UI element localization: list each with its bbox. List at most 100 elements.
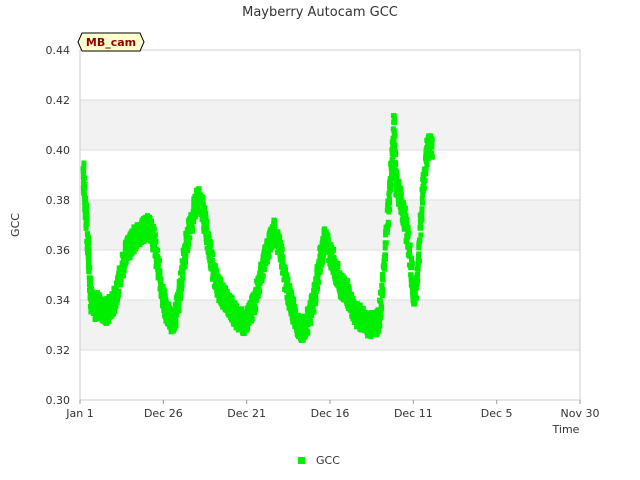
data-point: [315, 275, 321, 281]
data-point: [189, 224, 195, 230]
data-point: [114, 299, 120, 305]
data-point: [81, 160, 87, 166]
data-point: [157, 268, 163, 274]
data-point: [256, 288, 262, 294]
data-point: [84, 221, 90, 227]
data-point: [162, 293, 168, 299]
data-point: [380, 287, 385, 293]
data-point: [86, 259, 92, 265]
data-point: [317, 267, 323, 273]
data-point: [416, 253, 421, 258]
data-point: [249, 316, 255, 322]
x-tick-label: Dec 11: [394, 407, 433, 420]
data-point: [429, 144, 435, 150]
data-point: [252, 306, 258, 312]
data-point: [414, 272, 420, 278]
y-tick-label: 0.30: [46, 394, 71, 407]
data-point: [345, 278, 351, 284]
x-tick-label: Dec 21: [227, 407, 266, 420]
data-point: [382, 245, 388, 251]
data-point: [292, 307, 298, 313]
data-point: [179, 277, 185, 283]
x-axis-label: Time: [552, 423, 580, 436]
badge-label: MB_cam: [86, 36, 136, 49]
data-point: [393, 152, 399, 158]
data-point: [387, 206, 393, 212]
band-2: [80, 100, 580, 150]
data-point: [382, 252, 388, 258]
data-point: [391, 120, 397, 126]
data-point: [398, 192, 404, 198]
data-point: [378, 303, 384, 309]
data-point: [415, 266, 421, 272]
data-point: [151, 226, 157, 232]
data-point: [419, 210, 425, 216]
data-point: [406, 230, 412, 236]
data-point: [376, 328, 381, 334]
y-tick-label: 0.32: [46, 344, 71, 357]
data-point: [415, 278, 421, 283]
data-point: [418, 215, 424, 221]
data-point: [378, 299, 384, 305]
data-point: [407, 242, 413, 248]
data-point: [80, 168, 86, 174]
data-point: [196, 186, 202, 192]
data-point: [157, 258, 162, 264]
legend-swatch: [298, 457, 305, 464]
data-point: [379, 282, 385, 288]
data-point: [385, 222, 391, 228]
data-point: [87, 265, 93, 271]
data-point: [121, 268, 127, 273]
legend-label: GCC: [316, 454, 340, 467]
data-point: [279, 246, 285, 252]
data-point: [260, 273, 266, 279]
data-point: [403, 214, 409, 220]
data-point: [191, 219, 197, 225]
data-point: [173, 319, 179, 325]
data-point: [85, 234, 91, 240]
data-point: [86, 269, 92, 275]
y-tick-label: 0.38: [46, 194, 71, 207]
data-point: [161, 287, 167, 293]
data-point: [316, 279, 322, 285]
data-point: [266, 254, 272, 260]
data-point: [311, 309, 317, 315]
data-point: [420, 200, 425, 206]
data-point: [393, 162, 399, 168]
data-point: [158, 276, 164, 282]
data-point: [204, 219, 210, 225]
chart-title: Mayberry Autocam GCC: [242, 5, 398, 20]
data-point: [183, 253, 189, 259]
x-tick-label: Dec 5: [481, 407, 513, 420]
x-tick-label: Dec 16: [311, 407, 350, 420]
data-point: [180, 271, 186, 277]
data-point: [422, 178, 428, 184]
x-tick-label: Dec 26: [144, 407, 183, 420]
data-point: [417, 237, 423, 243]
data-point: [383, 240, 389, 246]
y-axis-ticks: 0.30 0.32 0.34 0.36 0.38 0.40 0.42 0.44: [46, 44, 71, 407]
camera-badge: MB_cam: [77, 32, 145, 52]
data-point: [388, 187, 394, 193]
x-axis-ticks: Jan 1 Dec 26 Dec 21 Dec 16 Dec 11 Dec 5 Nov 30: [65, 400, 599, 420]
data-point: [282, 266, 288, 272]
data-point: [272, 218, 278, 224]
data-point: [429, 137, 435, 143]
data-point: [412, 301, 418, 307]
data-point: [88, 275, 94, 281]
y-tick-label: 0.40: [46, 144, 71, 157]
y-tick-label: 0.36: [46, 244, 71, 257]
data-point: [182, 263, 188, 269]
gcc-chart: 0.30 0.32 0.34 0.36 0.38 0.40 0.42 0.44 Jan 1 De…: [9, 5, 599, 467]
legend: GCC: [298, 454, 340, 467]
x-tick-label: Nov 30: [561, 407, 600, 420]
data-point: [418, 232, 424, 238]
data-point: [409, 261, 415, 267]
data-point: [391, 113, 397, 119]
data-point: [84, 216, 90, 222]
data-point: [82, 195, 88, 201]
data-point: [380, 274, 386, 280]
band-0: [80, 300, 580, 350]
data-point: [414, 295, 420, 301]
data-point: [392, 133, 398, 139]
